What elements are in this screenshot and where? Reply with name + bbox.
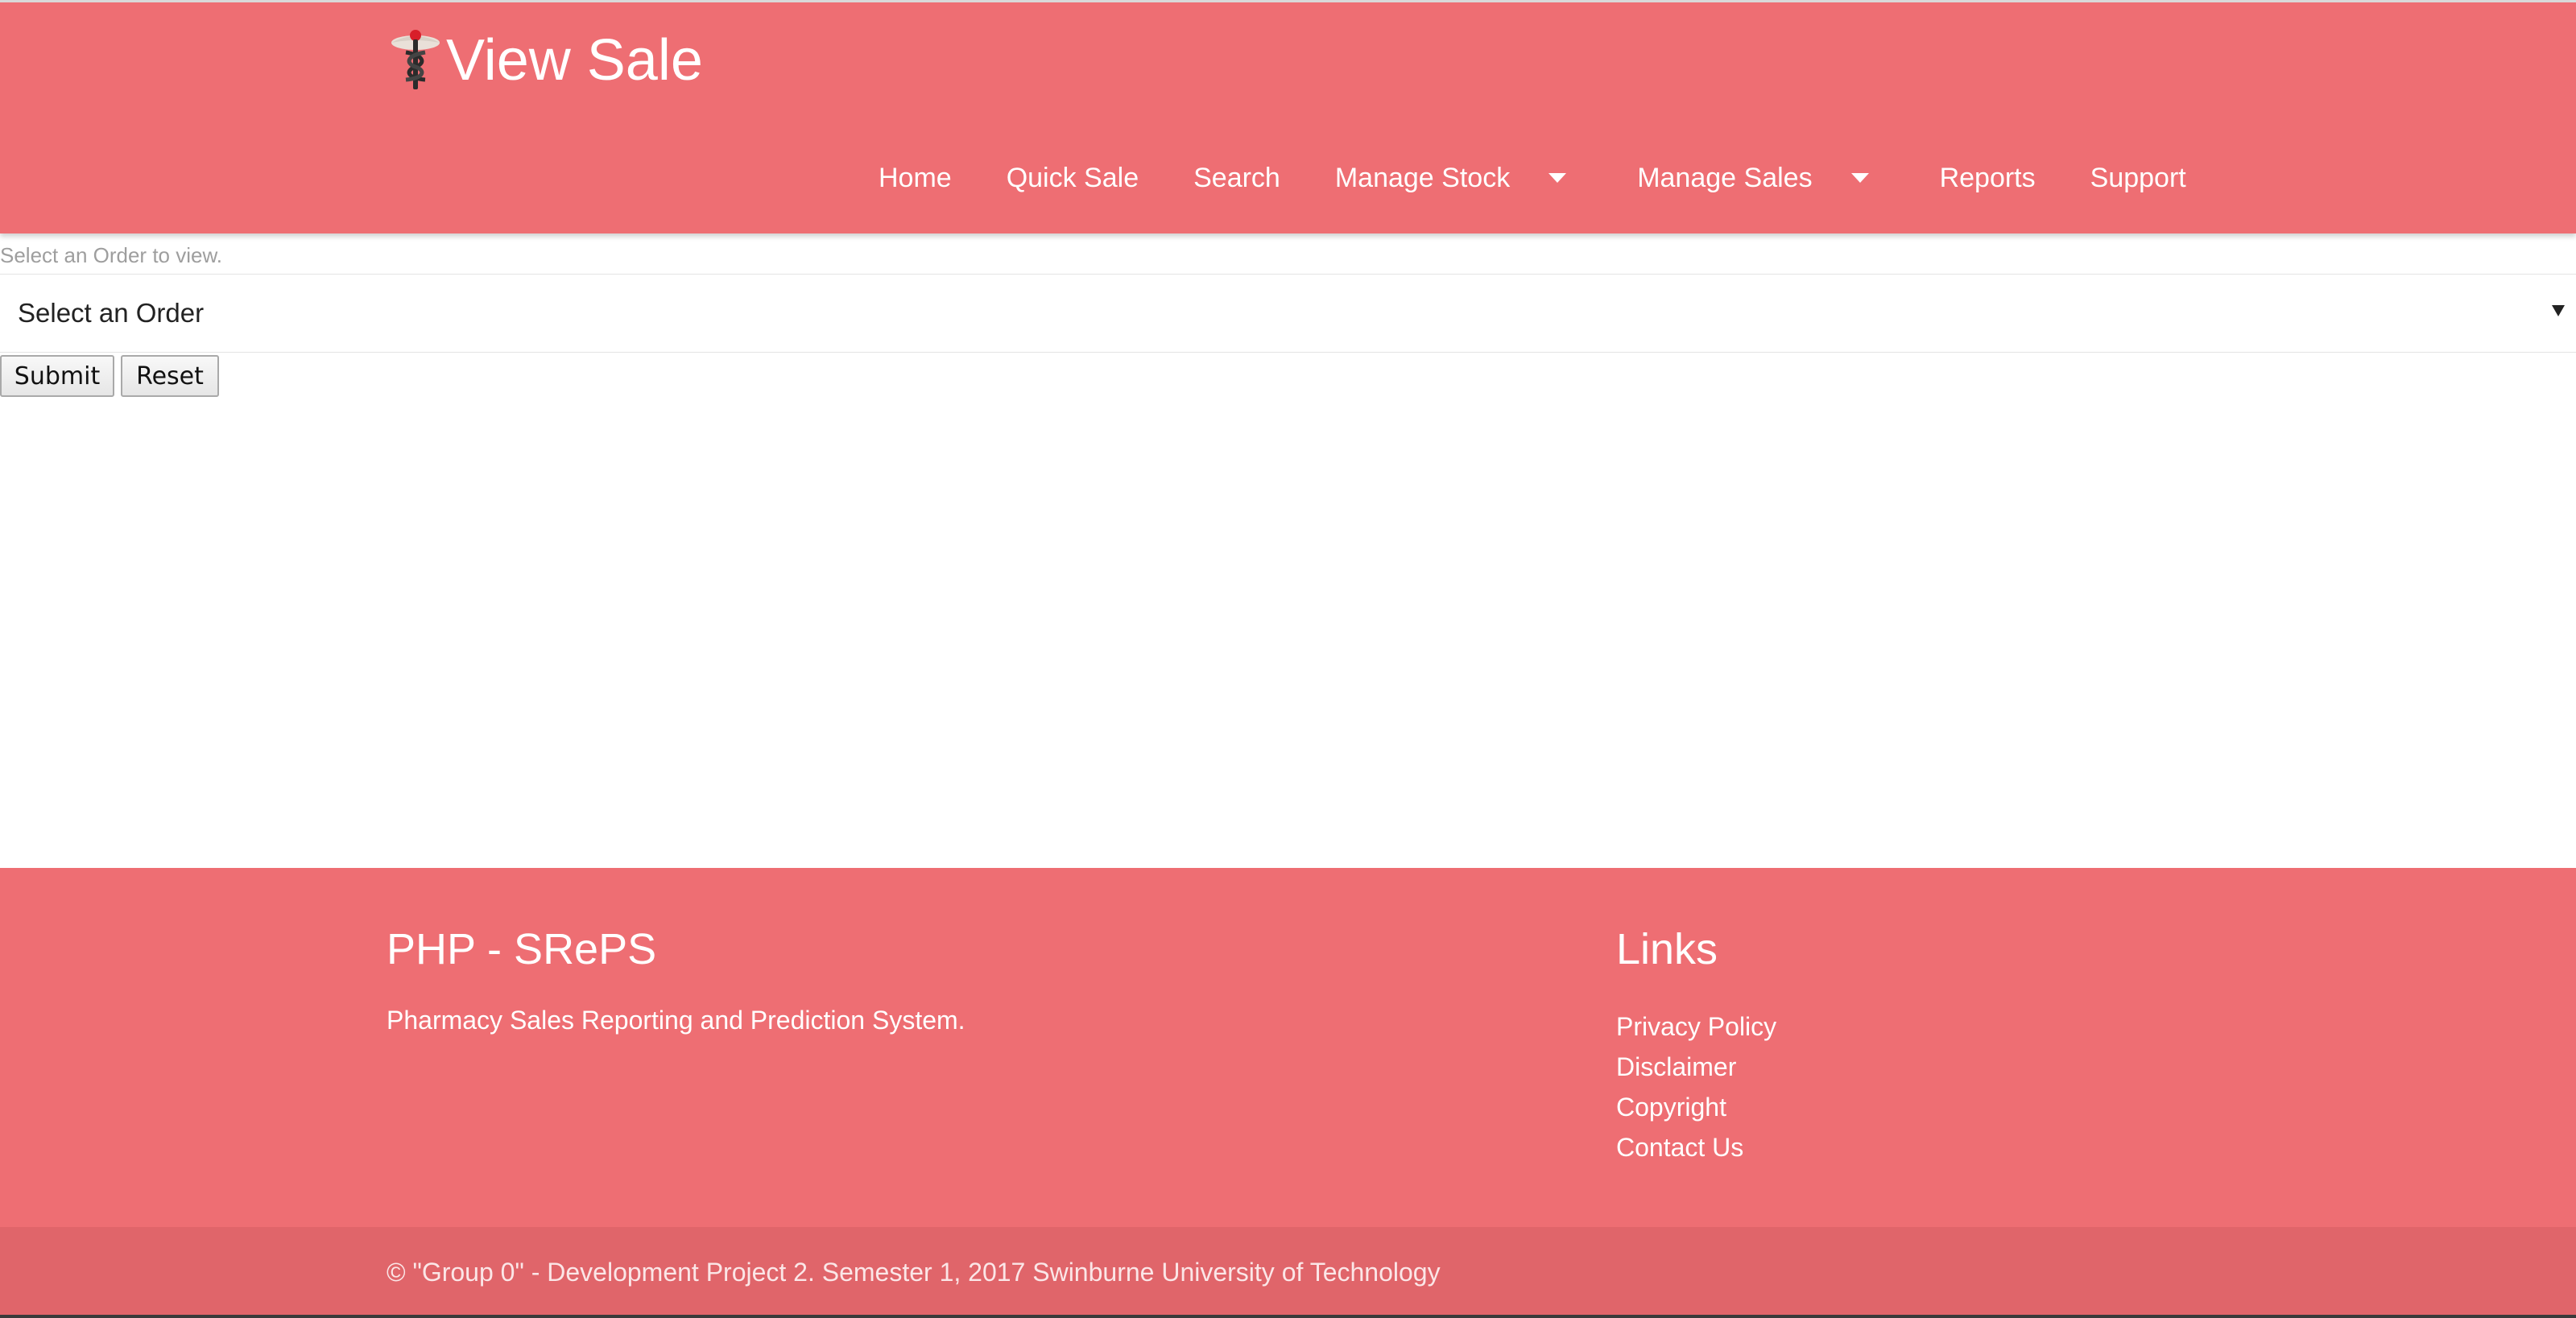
footer-links: Privacy Policy Disclaimer Copyright Cont… — [1616, 1006, 1776, 1167]
nav-quick-sale-label: Quick Sale — [1006, 162, 1139, 193]
nav-manage-sales[interactable]: Manage Sales — [1610, 163, 1912, 194]
main-nav: Home Quick Sale Search Manage Stock Mana… — [851, 138, 2576, 218]
nav-search-label: Search — [1193, 162, 1280, 193]
nav-reports[interactable]: Reports — [1912, 163, 2063, 194]
nav-quick-sale[interactable]: Quick Sale — [979, 163, 1166, 194]
nav-manage-stock-label: Manage Stock — [1334, 162, 1511, 193]
brand[interactable]: View Sale — [387, 20, 703, 101]
order-select-value: Select an Order — [18, 298, 205, 328]
nav-home-label: Home — [879, 162, 952, 193]
site-footer: PHP - SRePS Pharmacy Sales Reporting and… — [0, 868, 2576, 1227]
footer-brand-text: Pharmacy Sales Reporting and Prediction … — [387, 1006, 965, 1035]
copyright-bar: © "Group 0" - Development Project 2. Sem… — [0, 1227, 2576, 1318]
nav-support-label: Support — [2090, 162, 2186, 193]
nav-manage-stock[interactable]: Manage Stock — [1308, 163, 1610, 194]
link-contact-us[interactable]: Contact Us — [1616, 1127, 1776, 1167]
caduceus-icon — [387, 28, 444, 93]
page-title: View Sale — [446, 28, 703, 93]
nav-home[interactable]: Home — [851, 163, 979, 194]
nav-manage-sales-label: Manage Sales — [1637, 162, 1813, 193]
reset-button[interactable]: Reset — [121, 355, 219, 397]
caret-down-icon — [1850, 173, 1869, 183]
caret-down-icon — [1548, 173, 1567, 183]
site-header: View Sale Home Quick Sale Search Manage … — [0, 0, 2576, 233]
divider — [0, 1315, 2576, 1318]
footer-brand-title: PHP - SRePS — [387, 925, 657, 973]
nav-search[interactable]: Search — [1166, 163, 1308, 194]
footer-links-title: Links — [1616, 925, 1718, 973]
select-order-hint: Select an Order to view. — [0, 243, 223, 267]
link-copyright[interactable]: Copyright — [1616, 1087, 1776, 1127]
link-privacy-policy[interactable]: Privacy Policy — [1616, 1006, 1776, 1047]
dropdown-arrow-icon — [2552, 305, 2565, 316]
submit-button[interactable]: Submit — [0, 355, 114, 397]
order-select[interactable]: Select an Order — [0, 274, 2576, 353]
link-disclaimer[interactable]: Disclaimer — [1616, 1047, 1776, 1087]
copyright-text: © "Group 0" - Development Project 2. Sem… — [387, 1258, 1441, 1287]
nav-support[interactable]: Support — [2063, 163, 2214, 194]
nav-reports-label: Reports — [1939, 162, 2036, 193]
